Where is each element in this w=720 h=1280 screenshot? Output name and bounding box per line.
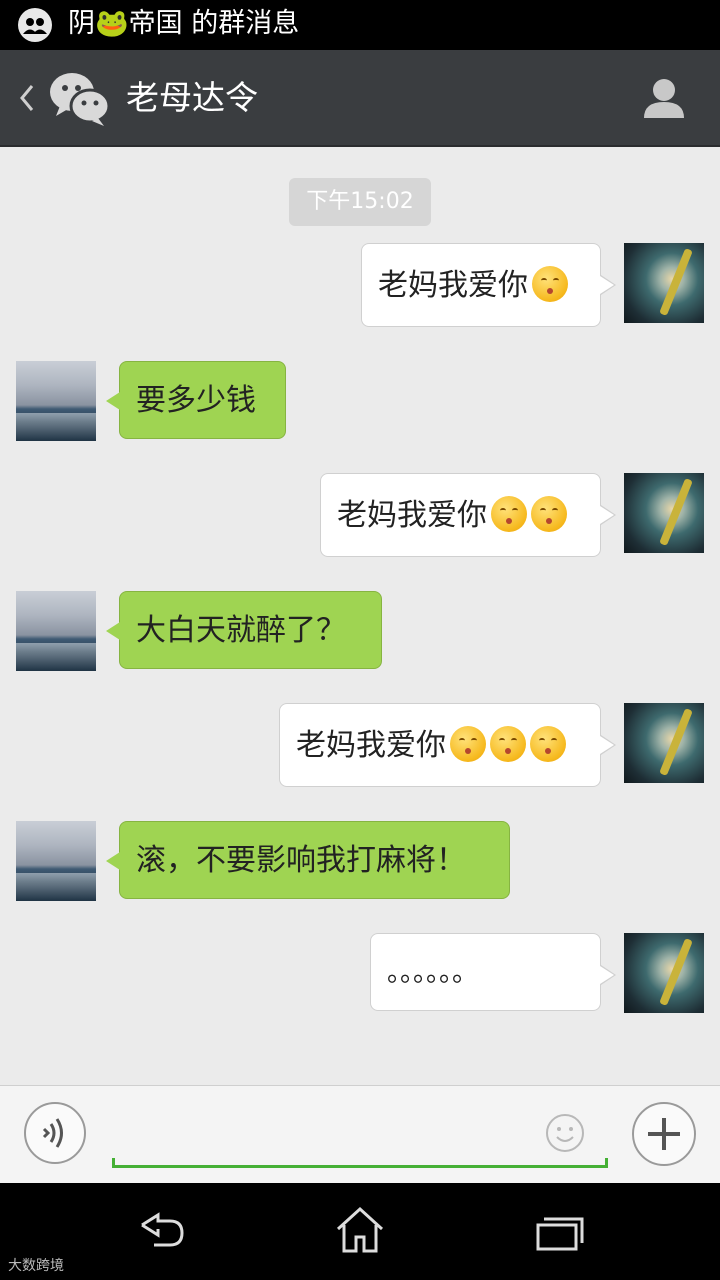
message-bubble-sent[interactable]: 老妈我爱你 [361, 243, 616, 327]
nav-home-icon[interactable] [330, 1205, 390, 1255]
system-nav-bar [0, 1183, 720, 1280]
message-bubble-received[interactable]: 滚，不要影响我打麻将！ [106, 821, 510, 899]
message-text: 大白天就醉了？ [136, 613, 346, 648]
chat-header: 老母达令 [0, 50, 720, 147]
back-icon[interactable] [14, 78, 42, 118]
message-bubble-sent[interactable]: 老妈我爱你 [320, 473, 616, 557]
chat-area[interactable]: 下午15:02 老妈我爱你 要多少钱 老妈我爱你 大白天就醉了？ 老妈我爱你 滚… [0, 147, 720, 1085]
kiss-emoji-icon [530, 725, 566, 762]
avatar-mom[interactable] [16, 821, 96, 901]
group-chat-icon [18, 8, 52, 42]
message-text: 老妈我爱你 [337, 498, 487, 533]
wechat-logo-icon [48, 68, 112, 128]
input-bar [0, 1085, 720, 1184]
kiss-emoji-icon [450, 725, 486, 762]
kiss-emoji-icon [490, 725, 526, 762]
timestamp: 下午15:02 [289, 178, 431, 226]
plus-icon[interactable] [632, 1102, 696, 1166]
message-text: 滚，不要影响我打麻将！ [136, 843, 466, 878]
avatar-me[interactable] [624, 473, 704, 553]
nav-back-icon[interactable] [130, 1205, 190, 1255]
message-text: 要多少钱 [136, 383, 256, 418]
avatar-me[interactable] [624, 933, 704, 1013]
chat-title: 老母达令 [126, 78, 258, 117]
input-underline [112, 1158, 608, 1168]
message-bubble-sent[interactable]: 。。。。。。 [370, 933, 616, 1011]
kiss-emoji-icon [491, 495, 527, 532]
status-bar: 阴🐸帝国 的群消息 [0, 0, 720, 50]
avatar-mom[interactable] [16, 591, 96, 671]
message-bubble-received[interactable]: 大白天就醉了？ [106, 591, 382, 669]
emoji-icon[interactable] [545, 1113, 585, 1153]
avatar-me[interactable] [624, 703, 704, 783]
message-text: 老妈我爱你 [296, 728, 446, 763]
message-input[interactable] [118, 1128, 602, 1164]
watermark: 大数跨境 [8, 1258, 64, 1274]
status-title: 阴🐸帝国 的群消息 [68, 8, 300, 39]
person-icon[interactable] [640, 74, 688, 122]
avatar-me[interactable] [624, 243, 704, 323]
voice-icon[interactable] [24, 1102, 86, 1164]
message-text: 。。。。。。 [387, 958, 479, 988]
avatar-mom[interactable] [16, 361, 96, 441]
message-input-field[interactable] [112, 1128, 608, 1168]
message-bubble-sent[interactable]: 老妈我爱你 [279, 703, 616, 787]
kiss-emoji-icon [531, 495, 567, 532]
kiss-emoji-icon [532, 265, 568, 302]
nav-recent-icon[interactable] [530, 1205, 590, 1255]
message-text: 老妈我爱你 [378, 268, 528, 303]
message-bubble-received[interactable]: 要多少钱 [106, 361, 286, 439]
